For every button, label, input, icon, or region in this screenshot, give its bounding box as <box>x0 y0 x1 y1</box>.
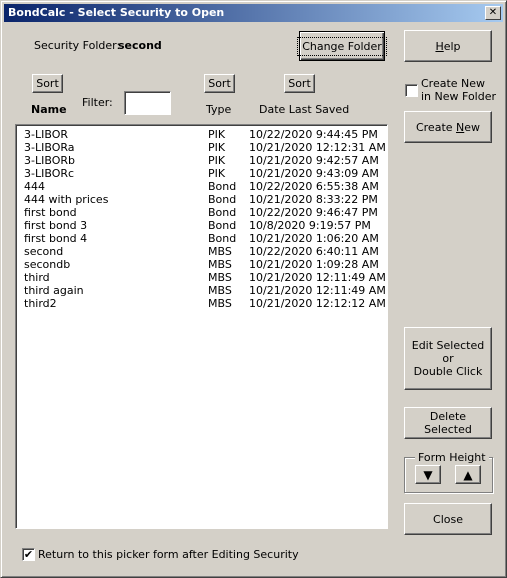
edit-label-line3: Double Click <box>413 365 483 378</box>
security-type: Bond <box>208 206 237 219</box>
down-arrow-icon: ▼ <box>423 467 433 482</box>
security-row[interactable]: second MBS 10/22/2020 6:40:11 AM <box>16 245 387 258</box>
delete-selected-button[interactable]: Delete Selected <box>404 407 492 439</box>
type-column-header: Type <box>206 103 232 116</box>
sort-type-button[interactable]: Sort <box>204 74 235 93</box>
security-type: Bond <box>208 180 237 193</box>
security-name: first bond 3 <box>24 219 88 232</box>
form-height-increase-button[interactable]: ▲ <box>455 465 481 484</box>
create-new-label: Create New <box>415 120 481 134</box>
security-date: 10/21/2020 8:33:22 PM <box>249 193 378 206</box>
security-row[interactable]: 3-LIBORc PIK 10/21/2020 9:43:09 AM <box>16 167 387 180</box>
security-date: 10/21/2020 1:06:20 AM <box>249 232 379 245</box>
security-name: 3-LIBORa <box>24 141 75 154</box>
up-arrow-icon: ▲ <box>463 467 473 482</box>
security-type: Bond <box>208 193 237 206</box>
security-type: PIK <box>208 167 226 180</box>
create-new-folder-label: Create New in New Folder <box>421 77 497 103</box>
security-date: 10/22/2020 6:40:11 AM <box>249 245 379 258</box>
security-row[interactable]: secondb MBS 10/21/2020 1:09:28 AM <box>16 258 387 271</box>
security-date: 10/21/2020 9:43:09 AM <box>249 167 379 180</box>
close-icon: ✕ <box>488 7 498 18</box>
change-folder-label: Change Folder <box>297 36 387 56</box>
security-type: MBS <box>208 245 232 258</box>
security-row[interactable]: first bond 3 Bond 10/8/2020 9:19:57 PM <box>16 219 387 232</box>
form-height-decrease-button[interactable]: ▼ <box>415 465 441 484</box>
security-type: MBS <box>208 297 232 310</box>
security-row[interactable]: 3-LIBOR PIK 10/22/2020 9:44:45 PM <box>16 128 387 141</box>
checkmark-icon: ✔ <box>23 548 34 561</box>
security-name: third <box>24 271 50 284</box>
select-security-dialog: BondCalc - Select Security to Open ✕ Sec… <box>0 0 507 578</box>
title-bar: BondCalc - Select Security to Open ✕ <box>4 4 503 22</box>
security-date: 10/21/2020 9:42:57 AM <box>249 154 379 167</box>
security-row[interactable]: first bond 4 Bond 10/21/2020 1:06:20 AM <box>16 232 387 245</box>
close-window-button[interactable]: ✕ <box>485 6 501 20</box>
security-name: 444 <box>24 180 45 193</box>
security-date: 10/21/2020 12:11:49 AM <box>249 284 386 297</box>
security-type: PIK <box>208 128 226 141</box>
security-type: PIK <box>208 141 226 154</box>
security-name: first bond <box>24 206 77 219</box>
security-date: 10/21/2020 12:11:49 AM <box>249 271 386 284</box>
window-title: BondCalc - Select Security to Open <box>8 6 225 19</box>
security-date: 10/21/2020 12:12:12 AM <box>249 297 386 310</box>
create-new-button[interactable]: Create New <box>404 111 492 143</box>
security-name: first bond 4 <box>24 232 88 245</box>
security-type: PIK <box>208 154 226 167</box>
security-type: Bond <box>208 219 237 232</box>
sort-name-button[interactable]: Sort <box>32 74 63 93</box>
sort-date-button[interactable]: Sort <box>284 74 315 93</box>
security-date: 10/22/2020 9:46:47 PM <box>249 206 378 219</box>
security-folder-label: Security Folder: <box>34 39 121 52</box>
security-row[interactable]: third MBS 10/21/2020 12:11:49 AM <box>16 271 387 284</box>
security-name: 3-LIBOR <box>24 128 68 141</box>
help-button[interactable]: Help <box>404 30 492 62</box>
help-label: Help <box>435 39 461 53</box>
date-column-header: Date Last Saved <box>259 103 350 116</box>
security-type: MBS <box>208 271 232 284</box>
create-new-folder-checkbox[interactable] <box>405 84 418 97</box>
security-name: second <box>24 245 64 258</box>
security-row[interactable]: third2 MBS 10/21/2020 12:12:12 AM <box>16 297 387 310</box>
change-folder-button[interactable]: Change Folder <box>297 31 387 61</box>
filter-input[interactable] <box>124 91 171 115</box>
edit-label-line1: Edit Selected <box>411 339 485 352</box>
close-button[interactable]: Close <box>404 503 492 535</box>
security-name: secondb <box>24 258 71 271</box>
security-name: third again <box>24 284 84 297</box>
security-folder-value: second <box>118 39 162 52</box>
security-name: 3-LIBORb <box>24 154 75 167</box>
security-name: 3-LIBORc <box>24 167 75 180</box>
security-date: 10/21/2020 1:09:28 AM <box>249 258 379 271</box>
security-row[interactable]: first bond Bond 10/22/2020 9:46:47 PM <box>16 206 387 219</box>
security-row[interactable]: 444 Bond 10/22/2020 6:55:38 AM <box>16 180 387 193</box>
return-to-picker-checkbox[interactable]: ✔ <box>22 548 35 561</box>
security-name: 444 with prices <box>24 193 109 206</box>
security-date: 10/22/2020 6:55:38 AM <box>249 180 379 193</box>
security-type: MBS <box>208 284 232 297</box>
security-name: third2 <box>24 297 57 310</box>
form-height-label: Form Height <box>415 451 489 464</box>
security-row[interactable]: 444 with prices Bond 10/21/2020 8:33:22 PM <box>16 193 387 206</box>
security-row[interactable]: third again MBS 10/21/2020 12:11:49 AM <box>16 284 387 297</box>
security-date: 10/8/2020 9:19:57 PM <box>249 219 371 232</box>
edit-label-line2: or <box>442 352 454 365</box>
securities-listbox[interactable]: 3-LIBOR PIK 10/22/2020 9:44:45 PM 3-LIBORa P… <box>15 124 388 529</box>
security-row[interactable]: 3-LIBORa PIK 10/21/2020 12:12:31 AM <box>16 141 387 154</box>
name-column-header: Name <box>31 103 67 116</box>
security-date: 10/21/2020 12:12:31 AM <box>249 141 386 154</box>
security-date: 10/22/2020 9:44:45 PM <box>249 128 378 141</box>
return-to-picker-label: Return to this picker form after Editing… <box>38 548 299 561</box>
filter-label: Filter: <box>82 96 113 109</box>
security-type: MBS <box>208 258 232 271</box>
security-type: Bond <box>208 232 237 245</box>
security-row[interactable]: 3-LIBORb PIK 10/21/2020 9:42:57 AM <box>16 154 387 167</box>
edit-selected-button[interactable]: Edit Selected or Double Click <box>404 327 492 390</box>
